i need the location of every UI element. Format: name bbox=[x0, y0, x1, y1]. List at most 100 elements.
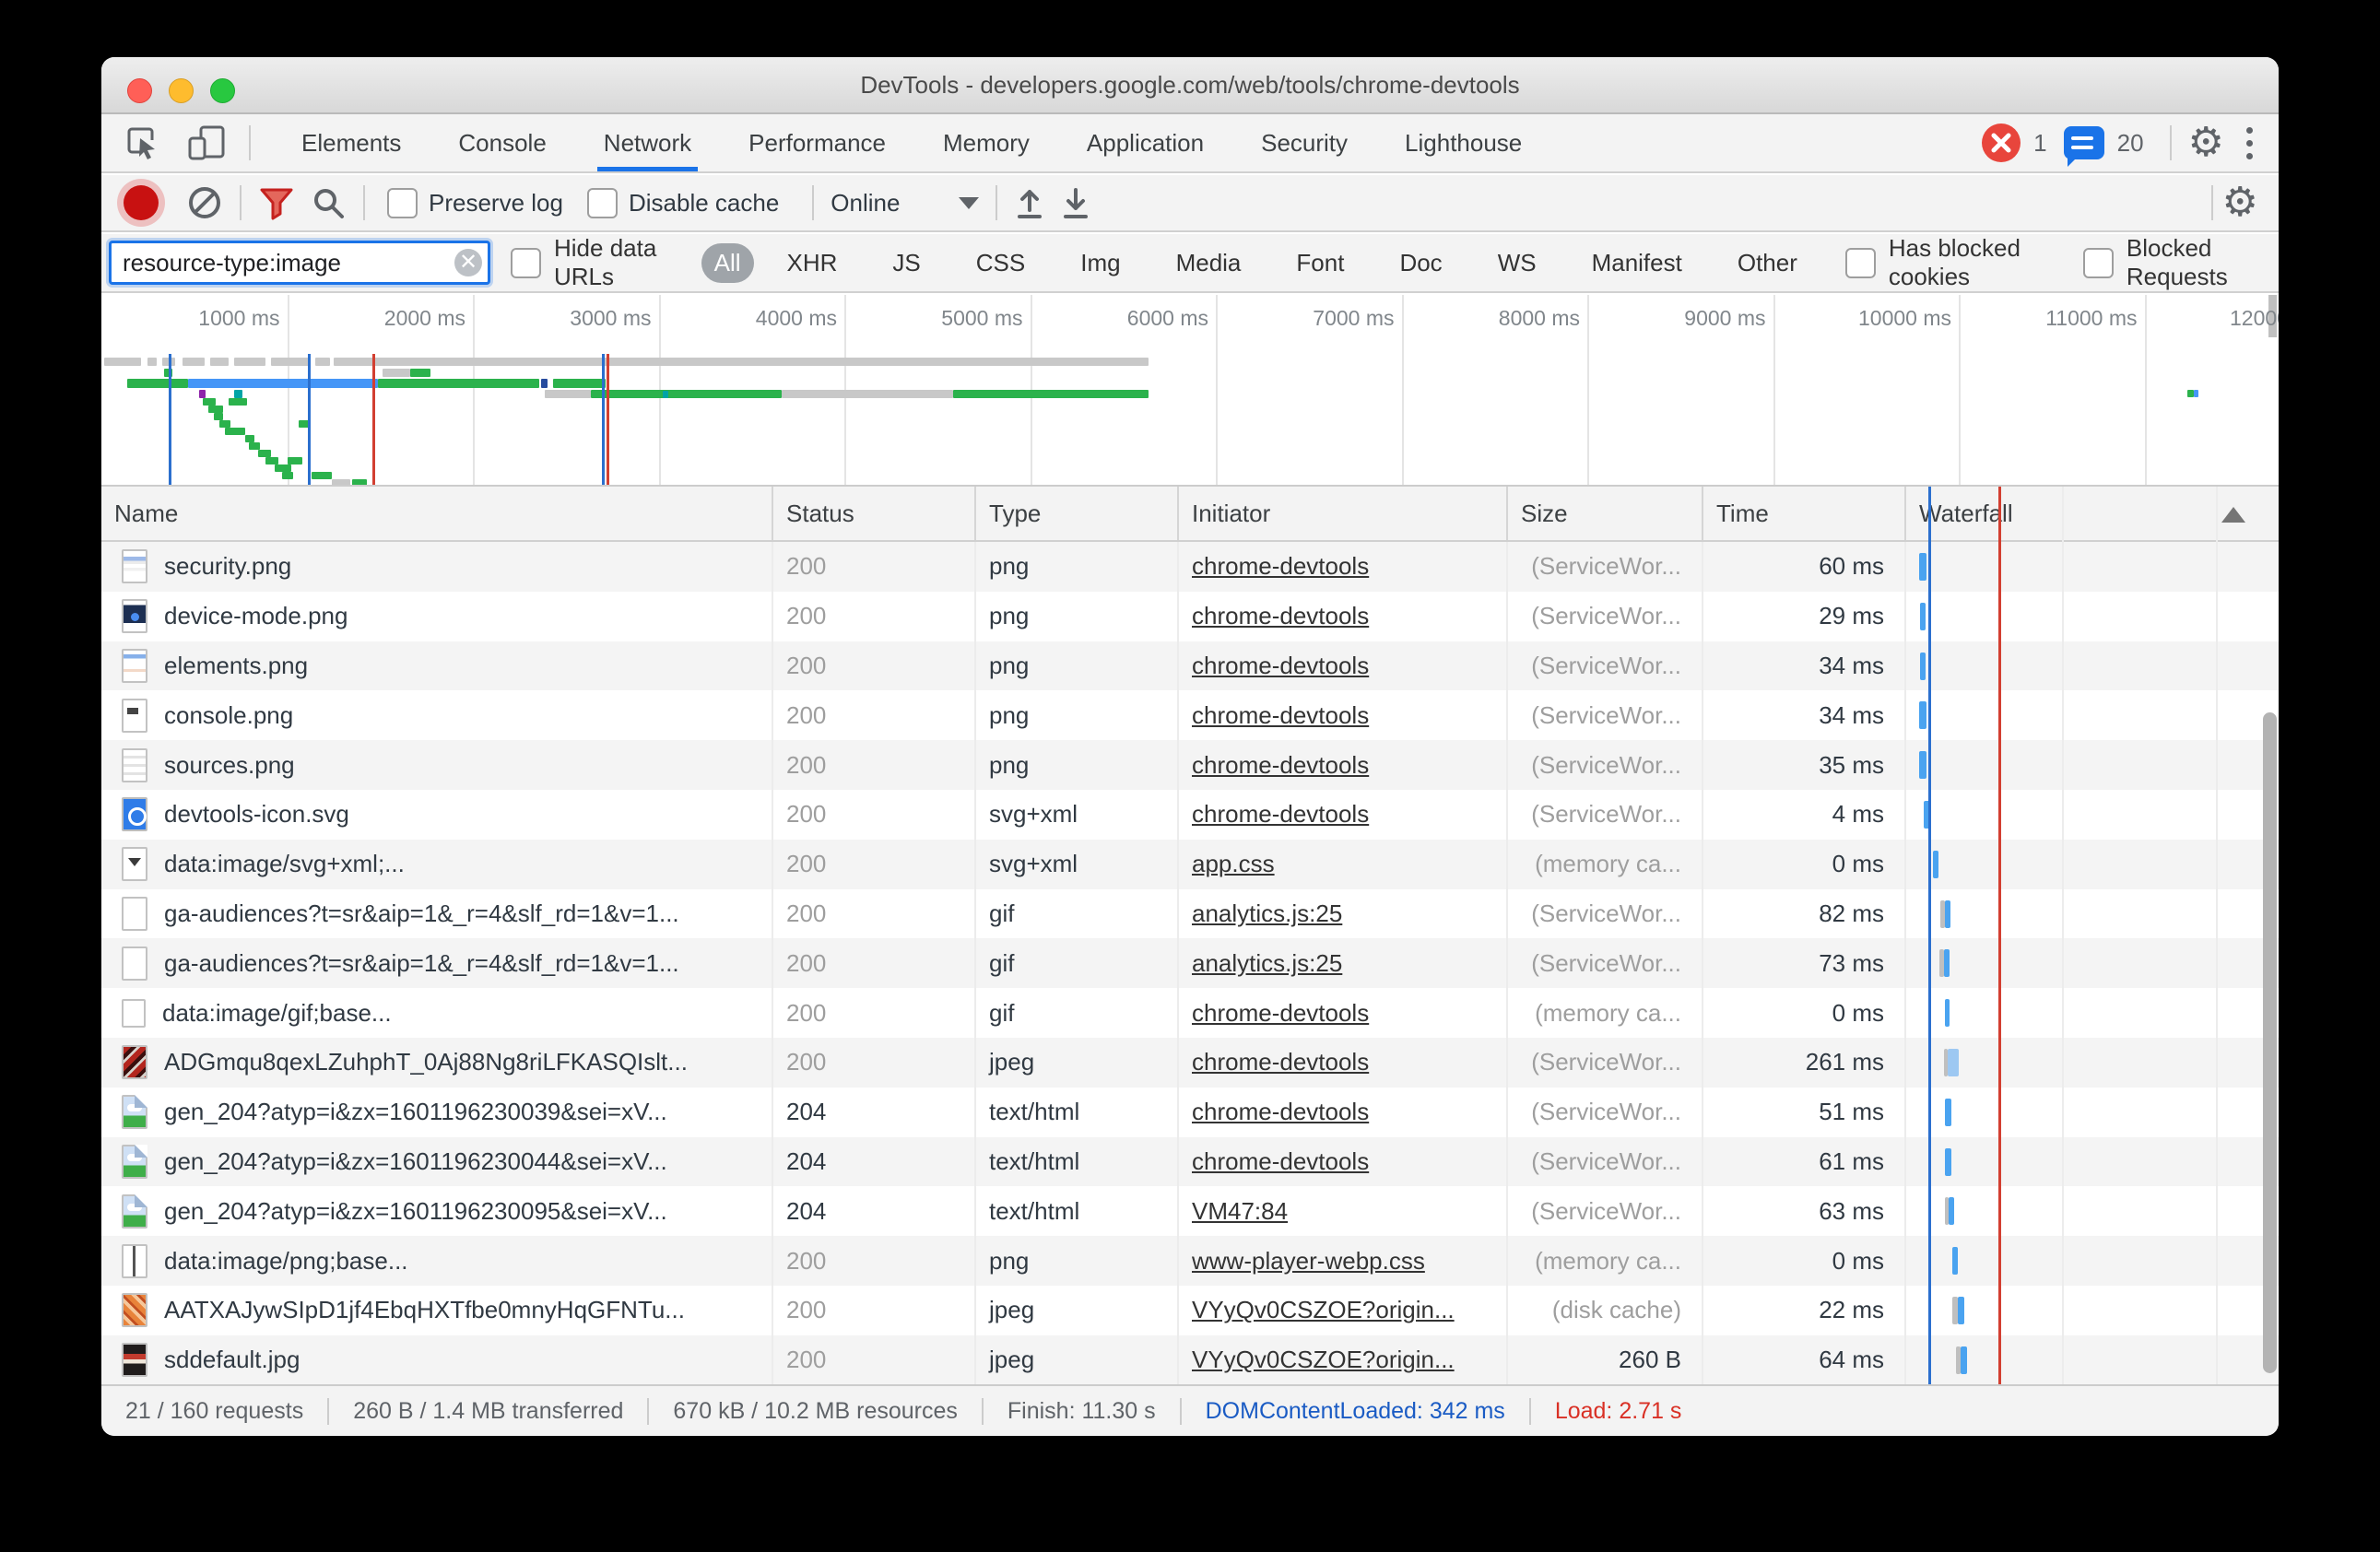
inspect-element-icon[interactable] bbox=[111, 115, 173, 170]
tab-security[interactable]: Security bbox=[1232, 114, 1376, 171]
devtools-tab-bar: ElementsConsoleNetworkPerformanceMemoryA… bbox=[101, 114, 2279, 173]
initiator-link[interactable]: chrome-devtools bbox=[1192, 751, 1369, 780]
network-settings-gear-icon[interactable]: ⚙ bbox=[2222, 182, 2258, 223]
filter-pill-doc[interactable]: Doc bbox=[1386, 243, 1455, 283]
network-overview-timeline[interactable]: 1000 ms2000 ms3000 ms4000 ms5000 ms6000 … bbox=[101, 295, 2279, 487]
filter-pill-font[interactable]: Font bbox=[1283, 243, 1357, 283]
filter-input[interactable] bbox=[121, 248, 438, 278]
console-messages-icon[interactable] bbox=[2064, 126, 2104, 159]
filter-pill-img[interactable]: Img bbox=[1067, 243, 1133, 283]
blocked-requests-checkbox[interactable] bbox=[2083, 248, 2114, 278]
initiator-link[interactable]: VYyQv0CSZOE?origin... bbox=[1192, 1296, 1455, 1324]
search-icon[interactable] bbox=[302, 175, 354, 230]
column-header-size[interactable]: Size bbox=[1508, 487, 1703, 540]
table-row[interactable]: gen_204?atyp=i&zx=1601196230039&sei=xV..… bbox=[101, 1088, 2279, 1137]
overview-request-bar bbox=[234, 390, 242, 398]
disable-cache-checkbox[interactable] bbox=[587, 188, 618, 218]
record-network-log-button[interactable] bbox=[124, 185, 159, 220]
initiator-link[interactable]: chrome-devtools bbox=[1192, 652, 1369, 680]
column-header-time[interactable]: Time bbox=[1703, 487, 1906, 540]
initiator-link[interactable]: chrome-devtools bbox=[1192, 602, 1369, 630]
request-size: (ServiceWor... bbox=[1508, 790, 1703, 840]
request-status: 204 bbox=[773, 1186, 976, 1236]
waterfall-bar bbox=[1944, 949, 1950, 977]
filter-icon[interactable] bbox=[251, 175, 302, 230]
table-row[interactable]: sddefault.jpg200jpegVYyQv0CSZOE?origin..… bbox=[101, 1335, 2279, 1385]
tab-performance[interactable]: Performance bbox=[720, 114, 914, 171]
filter-pill-css[interactable]: CSS bbox=[963, 243, 1038, 283]
initiator-link[interactable]: chrome-devtools bbox=[1192, 1048, 1369, 1076]
table-row[interactable]: AATXAJywSIpD1jf4EbqHXTfbe0mnyHqGFNTu...2… bbox=[101, 1286, 2279, 1335]
table-row[interactable]: ga-audiences?t=sr&aip=1&_r=4&slf_rd=1&v=… bbox=[101, 889, 2279, 939]
status-bar-item[interactable]: Load: 2.71 s bbox=[1531, 1398, 1706, 1425]
minimize-window-button[interactable] bbox=[169, 78, 194, 103]
column-header-initiator[interactable]: Initiator bbox=[1179, 487, 1508, 540]
column-header-status[interactable]: Status bbox=[773, 487, 976, 540]
table-row[interactable]: ADGmqu8qexLZuhphT_0Aj88Ng8riLFKASQIslt..… bbox=[101, 1038, 2279, 1088]
initiator-link[interactable]: chrome-devtools bbox=[1192, 999, 1369, 1028]
tab-memory[interactable]: Memory bbox=[914, 114, 1058, 171]
tab-application[interactable]: Application bbox=[1058, 114, 1232, 171]
throttling-select[interactable]: Online bbox=[823, 189, 986, 218]
request-status: 200 bbox=[773, 889, 976, 939]
table-row[interactable]: data:image/svg+xml;...200svg+xmlapp.css(… bbox=[101, 840, 2279, 889]
initiator-link[interactable]: VM47:84 bbox=[1192, 1197, 1288, 1226]
close-window-button[interactable] bbox=[127, 78, 152, 103]
initiator-link[interactable]: app.css bbox=[1192, 850, 1275, 878]
table-row[interactable]: elements.png200pngchrome-devtools(Servic… bbox=[101, 641, 2279, 691]
hide-data-urls-checkbox[interactable] bbox=[511, 248, 541, 278]
column-header-waterfall[interactable]: Waterfall bbox=[1906, 487, 2279, 540]
device-toolbar-icon[interactable] bbox=[173, 115, 240, 170]
initiator-link[interactable]: chrome-devtools bbox=[1192, 552, 1369, 581]
status-bar-item[interactable]: DOMContentLoaded: 342 ms bbox=[1182, 1398, 1531, 1425]
table-row[interactable]: devtools-icon.svg200svg+xmlchrome-devtoo… bbox=[101, 790, 2279, 840]
overview-request-bar bbox=[378, 379, 539, 388]
filter-pill-other[interactable]: Other bbox=[1725, 243, 1810, 283]
clear-filter-icon[interactable]: ✕ bbox=[454, 249, 482, 276]
filter-pill-manifest[interactable]: Manifest bbox=[1579, 243, 1695, 283]
table-row[interactable]: gen_204?atyp=i&zx=1601196230095&sei=xV..… bbox=[101, 1186, 2279, 1236]
initiator-link[interactable]: chrome-devtools bbox=[1192, 701, 1369, 730]
initiator-link[interactable]: analytics.js:25 bbox=[1192, 949, 1342, 978]
timeline-tick-label: 6000 ms bbox=[1127, 306, 1216, 331]
column-header-type[interactable]: Type bbox=[976, 487, 1179, 540]
import-har-icon[interactable] bbox=[1007, 175, 1053, 230]
initiator-link[interactable]: chrome-devtools bbox=[1192, 1098, 1369, 1126]
sort-ascending-icon[interactable] bbox=[2221, 507, 2245, 523]
table-row[interactable]: console.png200pngchrome-devtools(Service… bbox=[101, 690, 2279, 740]
filter-pill-media[interactable]: Media bbox=[1163, 243, 1255, 283]
table-row[interactable]: gen_204?atyp=i&zx=1601196230044&sei=xV..… bbox=[101, 1137, 2279, 1187]
table-row[interactable]: sources.png200pngchrome-devtools(Service… bbox=[101, 740, 2279, 790]
device-thumbnail-icon bbox=[122, 599, 147, 633]
table-row[interactable]: data:image/png;base...200pngwww-player-w… bbox=[101, 1236, 2279, 1286]
initiator-link[interactable]: VYyQv0CSZOE?origin... bbox=[1192, 1346, 1455, 1374]
filter-pill-xhr[interactable]: XHR bbox=[774, 243, 851, 283]
filter-pill-js[interactable]: JS bbox=[879, 243, 933, 283]
request-status: 200 bbox=[773, 1335, 976, 1385]
more-options-icon[interactable] bbox=[2232, 127, 2268, 159]
tab-network[interactable]: Network bbox=[575, 114, 720, 171]
error-count-icon[interactable] bbox=[1982, 123, 2021, 162]
table-row[interactable]: ga-audiences?t=sr&aip=1&_r=4&slf_rd=1&v=… bbox=[101, 938, 2279, 988]
tab-elements[interactable]: Elements bbox=[273, 114, 430, 171]
waterfall-bar bbox=[1933, 851, 1938, 878]
clear-network-log-icon[interactable] bbox=[179, 175, 230, 230]
tab-lighthouse[interactable]: Lighthouse bbox=[1376, 114, 1550, 171]
vertical-scrollbar[interactable] bbox=[2263, 712, 2277, 1373]
filter-pill-all[interactable]: All bbox=[701, 243, 754, 283]
table-row[interactable]: device-mode.png200pngchrome-devtools(Ser… bbox=[101, 592, 2279, 641]
preserve-log-checkbox[interactable] bbox=[387, 188, 418, 218]
has-blocked-cookies-checkbox[interactable] bbox=[1845, 248, 1876, 278]
filter-pill-ws[interactable]: WS bbox=[1485, 243, 1549, 283]
export-har-icon[interactable] bbox=[1053, 175, 1099, 230]
column-header-name[interactable]: Name bbox=[101, 487, 773, 540]
tab-console[interactable]: Console bbox=[430, 114, 574, 171]
zoom-window-button[interactable] bbox=[210, 78, 235, 103]
table-row[interactable]: data:image/gif;base...200gifchrome-devto… bbox=[101, 988, 2279, 1038]
table-row[interactable]: security.png200pngchrome-devtools(Servic… bbox=[101, 542, 2279, 592]
initiator-link[interactable]: chrome-devtools bbox=[1192, 1147, 1369, 1176]
initiator-link[interactable]: www-player-webp.css bbox=[1192, 1247, 1425, 1276]
settings-gear-icon[interactable]: ⚙ bbox=[2188, 123, 2224, 163]
initiator-link[interactable]: analytics.js:25 bbox=[1192, 899, 1342, 928]
initiator-link[interactable]: chrome-devtools bbox=[1192, 800, 1369, 829]
